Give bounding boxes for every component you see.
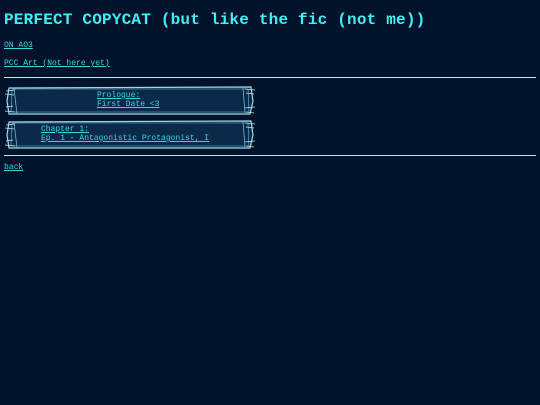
chapter-card-ch1[interactable]: Chapter 1: Ep. 1 - Antagonistic Protagon… (5, 119, 255, 150)
ao3-link[interactable]: ON AO3 (4, 41, 33, 51)
chapter-label: Chapter 1: (41, 125, 90, 134)
chapter-title: Ep. 1 - Antagonistic Protagonist, I (41, 134, 210, 143)
chapter-label: Prologue: (97, 91, 141, 100)
art-link[interactable]: PCC Art (Not here yet) (4, 59, 110, 69)
chapter-card-prologue[interactable]: Prologue: First Date <3 (5, 85, 255, 116)
back-link[interactable]: back (4, 163, 23, 173)
chapter-title: First Date <3 (97, 100, 160, 109)
divider-bottom (4, 155, 536, 156)
divider-top (4, 77, 536, 78)
page-title: PERFECT COPYCAT (but like the fic (not m… (4, 11, 426, 29)
